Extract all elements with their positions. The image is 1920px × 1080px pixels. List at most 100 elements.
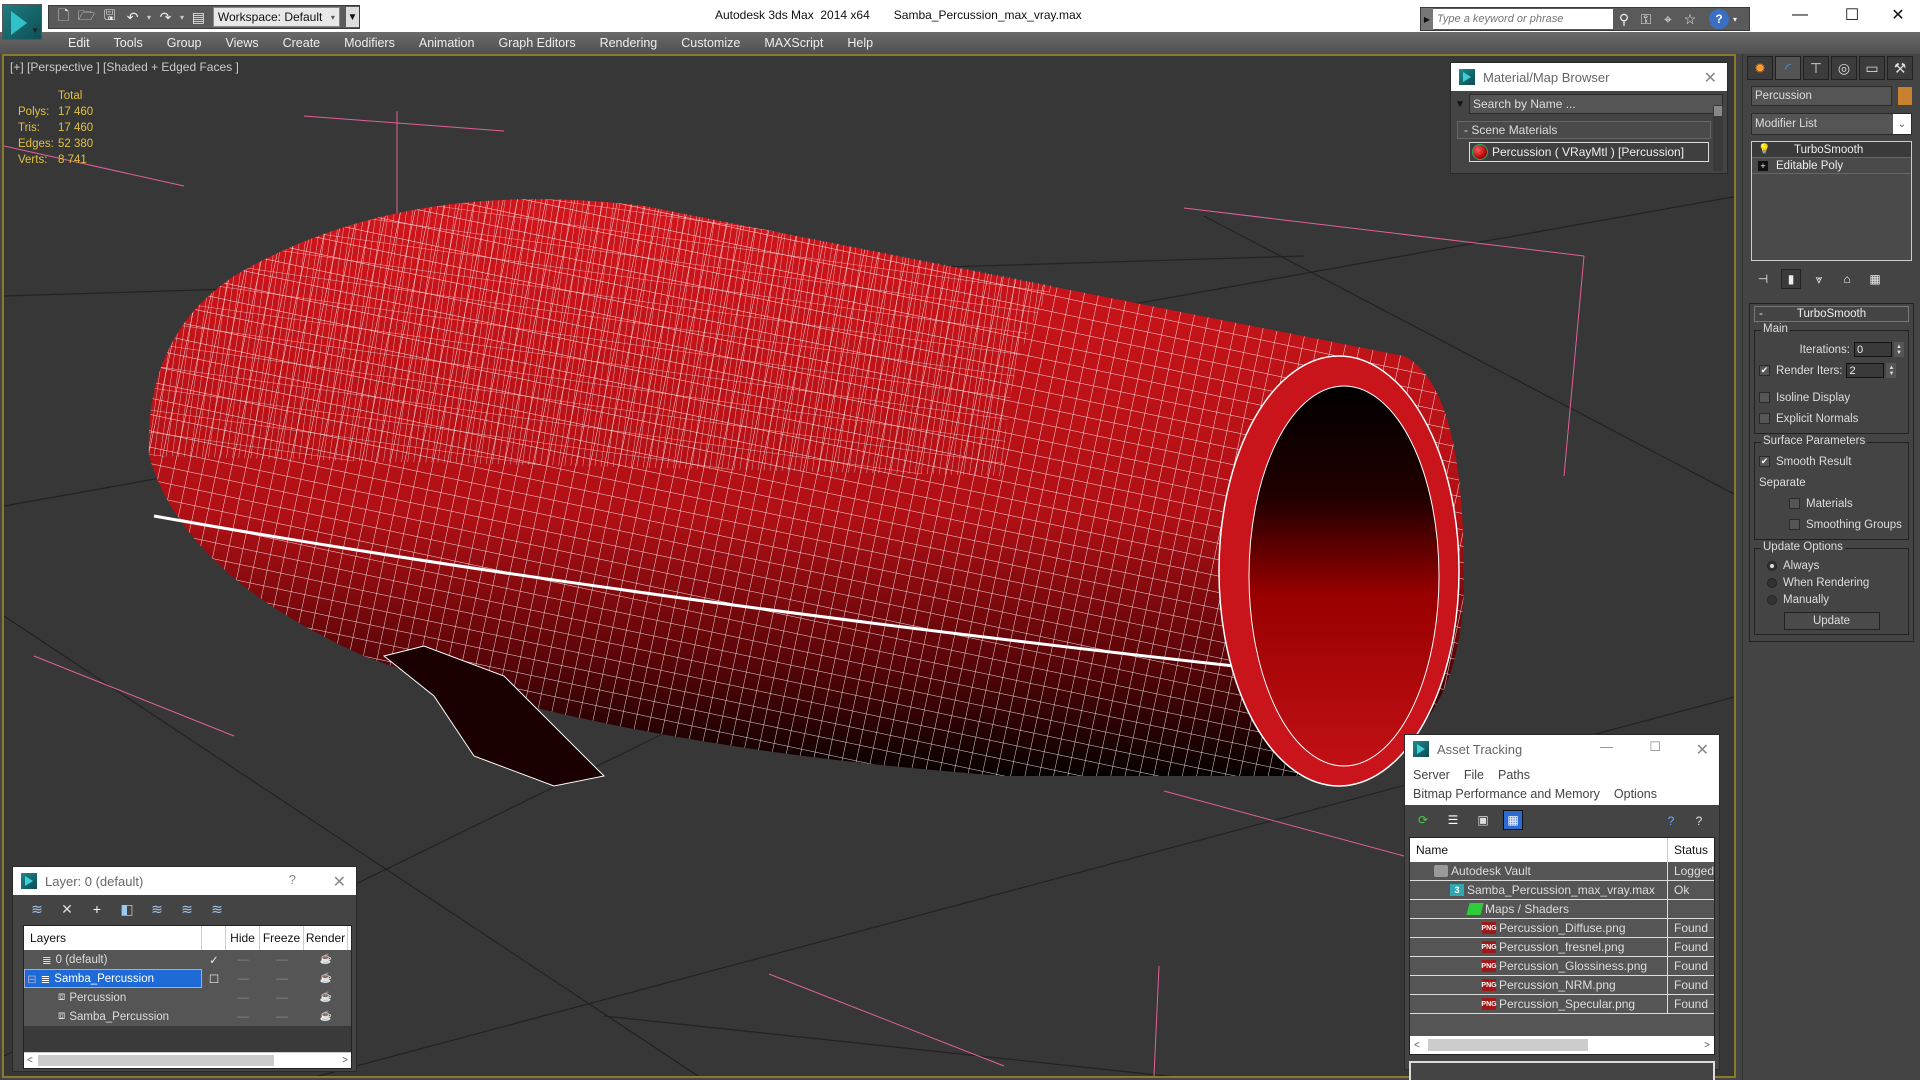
- binoculars-icon[interactable]: ⚲: [1613, 9, 1635, 29]
- menu-maxscript[interactable]: MAXScript: [752, 32, 835, 54]
- menu-group[interactable]: Group: [155, 32, 214, 54]
- always-radio[interactable]: [1767, 560, 1777, 571]
- hide-toggle[interactable]: —: [226, 954, 260, 966]
- close-icon[interactable]: ✕: [333, 872, 346, 892]
- chevron-down-icon[interactable]: ▾: [1729, 9, 1741, 29]
- column-layers[interactable]: Layers: [24, 926, 202, 950]
- freeze-toggle[interactable]: —: [260, 1011, 304, 1023]
- menu-edit[interactable]: Edit: [56, 32, 102, 54]
- hide-toggle[interactable]: —: [226, 973, 260, 985]
- asset-row[interactable]: 3 Samba_Percussion_max_vray.max Ok: [1410, 880, 1714, 900]
- list-view-icon[interactable]: ☰: [1443, 810, 1463, 830]
- asset-row[interactable]: PNG Percussion_Glossiness.png Found: [1410, 956, 1714, 976]
- keyword-search-input[interactable]: [1433, 9, 1613, 29]
- configure-modifier-sets-icon[interactable]: ▦: [1865, 269, 1885, 289]
- current-layer-check[interactable]: ✓: [202, 953, 226, 967]
- horizontal-scrollbar[interactable]: < >: [1410, 1036, 1714, 1054]
- menu-create[interactable]: Create: [271, 32, 333, 54]
- asset-row[interactable]: Maps / Shaders: [1410, 899, 1714, 919]
- project-folder-icon[interactable]: ▤: [190, 8, 207, 26]
- scroll-right-icon[interactable]: >: [1704, 1040, 1710, 1051]
- motion-tab-icon[interactable]: ◎: [1831, 56, 1857, 80]
- column-hide[interactable]: Hide: [226, 926, 260, 950]
- save-icon[interactable]: 🖫: [101, 7, 118, 26]
- render-teapot-icon[interactable]: ☕: [304, 992, 348, 1003]
- manually-radio[interactable]: [1767, 594, 1777, 605]
- create-tab-icon[interactable]: ✹: [1747, 56, 1773, 80]
- help-icon[interactable]: ?: [289, 872, 296, 887]
- horizontal-scrollbar[interactable]: < >: [24, 1052, 351, 1068]
- menu-animation[interactable]: Animation: [407, 32, 487, 54]
- isoline-display-checkbox[interactable]: [1759, 392, 1770, 403]
- render-teapot-icon[interactable]: ☕: [304, 954, 348, 965]
- open-file-icon[interactable]: 🗁: [78, 7, 95, 26]
- freeze-toggle[interactable]: —: [260, 954, 304, 966]
- undo-dropdown-icon[interactable]: ▾: [147, 13, 151, 22]
- close-icon[interactable]: ✕: [1704, 68, 1717, 88]
- menu-file[interactable]: File: [1464, 768, 1484, 782]
- smoothing-groups-checkbox[interactable]: [1789, 519, 1800, 530]
- column-current[interactable]: [202, 926, 226, 950]
- asset-row[interactable]: PNG Percussion_Specular.png Found: [1410, 994, 1714, 1014]
- redo-icon[interactable]: ↷: [157, 8, 174, 26]
- column-status[interactable]: Status: [1668, 843, 1708, 857]
- scrollbar-thumb[interactable]: [1428, 1039, 1588, 1051]
- set-current-layer-icon[interactable]: ≋: [177, 899, 197, 919]
- when-rendering-radio[interactable]: [1767, 577, 1777, 588]
- asset-row[interactable]: PNG Percussion_Diffuse.png Found: [1410, 918, 1714, 938]
- maximize-button[interactable]: ☐: [1649, 739, 1661, 755]
- materials-checkbox[interactable]: [1789, 498, 1800, 509]
- application-menu-button[interactable]: ▼: [2, 4, 42, 40]
- layer-row[interactable]: ⧈ Percussion — — ☕: [24, 988, 351, 1007]
- scroll-left-icon[interactable]: <: [1414, 1040, 1420, 1051]
- menu-customize[interactable]: Customize: [669, 32, 752, 54]
- expand-arrow-icon[interactable]: ▶: [1421, 8, 1433, 30]
- remove-modifier-icon[interactable]: ⌂: [1837, 269, 1857, 289]
- help-icon[interactable]: ?: [1709, 9, 1729, 29]
- viewport-label[interactable]: [+] [Perspective ] [Shaded + Edged Faces…: [10, 60, 239, 74]
- select-objects-icon[interactable]: ◧: [117, 899, 137, 919]
- smooth-result-checkbox[interactable]: ✔: [1759, 456, 1770, 467]
- material-item[interactable]: Percussion ( VRayMtl ) [Percussion]: [1469, 142, 1709, 162]
- render-iters-spinner[interactable]: 2: [1846, 363, 1885, 378]
- explicit-normals-checkbox[interactable]: [1759, 413, 1770, 424]
- redo-dropdown-icon[interactable]: ▾: [180, 13, 184, 22]
- menu-bitmap-performance[interactable]: Bitmap Performance and Memory: [1413, 787, 1600, 801]
- customize-toolbar-icon[interactable]: ▼: [345, 7, 360, 27]
- minimize-button[interactable]: —: [1780, 4, 1820, 26]
- help-icon[interactable]: ?: [1661, 811, 1681, 831]
- object-name-input[interactable]: Percussion: [1751, 86, 1892, 106]
- asset-row[interactable]: Autodesk Vault Logged: [1410, 861, 1714, 881]
- scrollbar-thumb[interactable]: [38, 1055, 274, 1066]
- menu-paths[interactable]: Paths: [1498, 768, 1530, 782]
- satellite-dish-icon[interactable]: ⌖: [1657, 9, 1679, 29]
- scroll-right-icon[interactable]: >: [342, 1055, 348, 1066]
- stack-item-turbosmooth[interactable]: 💡 TurboSmooth: [1752, 142, 1911, 158]
- hide-freeze-all-icon[interactable]: ≋: [207, 899, 227, 919]
- iterations-spinner[interactable]: 0: [1854, 342, 1892, 357]
- column-render[interactable]: Render: [304, 926, 348, 950]
- refresh-icon[interactable]: ⟳: [1413, 810, 1433, 830]
- make-unique-icon[interactable]: ⩔: [1809, 269, 1829, 289]
- menu-options[interactable]: Options: [1614, 787, 1657, 801]
- pin-stack-icon[interactable]: ⊣: [1753, 269, 1773, 289]
- star-icon[interactable]: ☆: [1679, 9, 1701, 29]
- freeze-toggle[interactable]: —: [260, 992, 304, 1004]
- object-color-swatch[interactable]: [1898, 87, 1912, 105]
- stack-item-editable-poly[interactable]: + Editable Poly: [1752, 158, 1911, 174]
- layer-row[interactable]: ≣ 0 (default) ✓ — — ☕: [24, 950, 351, 969]
- hide-toggle[interactable]: —: [226, 1011, 260, 1023]
- spinner-arrows-icon[interactable]: ▲ ▼: [1886, 363, 1897, 378]
- table-view-icon[interactable]: ▦: [1503, 810, 1523, 830]
- freeze-toggle[interactable]: —: [260, 973, 304, 985]
- context-help-icon[interactable]: ?: [1689, 811, 1709, 831]
- vertical-scrollbar[interactable]: [1713, 105, 1723, 171]
- render-iters-checkbox[interactable]: ✔: [1759, 365, 1770, 376]
- undo-icon[interactable]: ↶: [124, 8, 141, 26]
- spinner-arrows-icon[interactable]: ▲ ▼: [1894, 342, 1904, 357]
- material-search-input[interactable]: Search by Name ...: [1469, 94, 1723, 114]
- material-browser-titlebar[interactable]: Material/Map Browser ✕: [1451, 63, 1727, 91]
- scroll-left-icon[interactable]: <: [27, 1055, 33, 1066]
- hide-toggle[interactable]: —: [226, 992, 260, 1004]
- render-teapot-icon[interactable]: ☕: [304, 973, 348, 984]
